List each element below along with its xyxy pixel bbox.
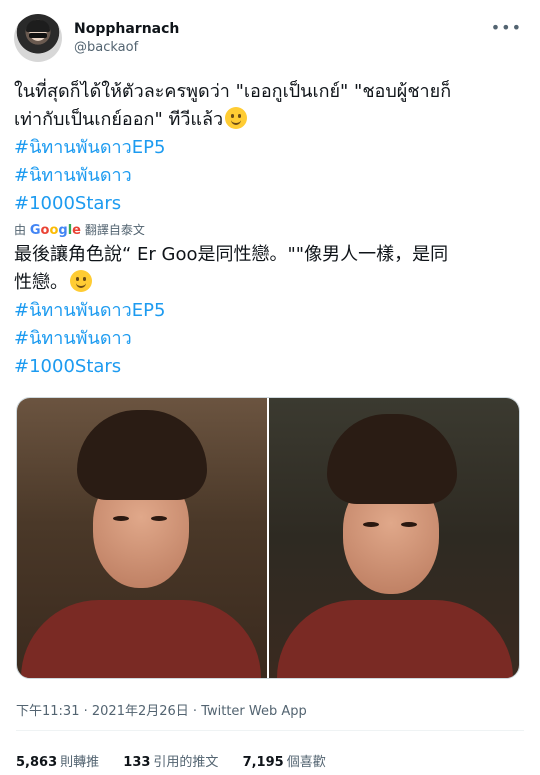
tweet-card: Noppharnach @backaof ••• ในที่สุดก็ได้ให… — [0, 0, 540, 775]
tweet-header: Noppharnach @backaof ••• — [14, 14, 526, 66]
photo-figure-shirt — [277, 600, 513, 678]
photo-figure-eye — [401, 522, 417, 527]
likes-label: 個喜歡 — [286, 755, 326, 770]
photo-figure-eye — [113, 516, 129, 521]
tweet-media-grid — [16, 397, 520, 679]
google-logo: Google — [29, 223, 81, 238]
author-name[interactable]: Noppharnach — [74, 21, 179, 37]
divider — [16, 730, 524, 731]
translated-text-line-1: 最後讓角色說“ Er Goo是同性戀。""像男人一樣，是同 — [14, 244, 449, 265]
quotes-stat[interactable]: 133 引用的推文 — [123, 755, 218, 770]
tweet-text-line-2-text: เท่ากับเป็นเกย์ออก" ทีวีแล้ว — [14, 109, 224, 130]
quotes-count: 133 — [123, 755, 151, 770]
likes-count: 7,195 — [242, 755, 284, 770]
tweet-text-line-1: ในที่สุดก็ได้ให้ตัวละครพูดว่า "เออกูเป็น… — [14, 81, 452, 102]
retweets-stat[interactable]: 5,863 則轉推 — [16, 755, 99, 770]
translated-hashtag-link[interactable]: #1000Stars — [14, 353, 526, 381]
photo-figure-shirt — [21, 600, 261, 678]
photo-figure-eye — [363, 522, 379, 527]
tweet-text-line-2: เท่ากับเป็นเกย์ออก" ทีวีแล้ว — [14, 106, 526, 134]
slightly-smiling-face-icon — [225, 107, 248, 129]
translated-hashtag-link[interactable]: #นิทานพันดาวEP5 — [14, 297, 526, 325]
likes-stat[interactable]: 7,195 個喜歡 — [243, 755, 326, 770]
translate-source-language: 泰文 — [120, 223, 145, 237]
tweet-date[interactable]: 2021年2月26日 — [92, 704, 189, 719]
more-horizontal-icon[interactable]: ••• — [491, 18, 522, 37]
avatar-sunglasses — [29, 33, 47, 38]
meta-separator: · — [83, 704, 92, 719]
tweet-metadata: 下午11:31 · 2021年2月26日 · Twitter Web App — [16, 700, 307, 719]
meta-separator: · — [192, 704, 202, 719]
hashtag-link[interactable]: #นิทานพันดาว — [14, 162, 526, 190]
google-translate-attribution[interactable]: 由 Google 翻譯自泰文 — [14, 222, 526, 239]
translated-hashtag-link[interactable]: #นิทานพันดาว — [14, 325, 526, 353]
photo-figure-eye — [151, 516, 167, 521]
translate-prefix: 由 — [14, 223, 27, 237]
translated-text-line-2-text: 性戀。 — [14, 272, 68, 293]
avatar-cap — [26, 20, 50, 32]
tweet-photo[interactable] — [17, 398, 267, 678]
hashtag-link[interactable]: #1000Stars — [14, 190, 526, 218]
photo-figure-hair — [327, 414, 457, 504]
avatar[interactable] — [14, 14, 62, 62]
photo-figure-hair — [77, 410, 207, 500]
tweet-stats: 5,863 則轉推 133 引用的推文 7,195 個喜歡 — [16, 751, 346, 770]
tweet-source[interactable]: Twitter Web App — [201, 704, 307, 719]
tweet-body: ในที่สุดก็ได้ให้ตัวละครพูดว่า "เออกูเป็น… — [14, 78, 526, 381]
retweets-count: 5,863 — [16, 755, 58, 770]
retweets-label: 則轉推 — [60, 755, 100, 770]
quotes-label: 引用的推文 — [153, 755, 219, 770]
slightly-smiling-face-icon — [70, 270, 92, 292]
translated-text-line-2: 性戀。 — [14, 269, 526, 297]
tweet-photo[interactable] — [269, 398, 519, 678]
translate-action: 翻譯自 — [84, 223, 121, 237]
hashtag-link[interactable]: #นิทานพันดาวEP5 — [14, 134, 526, 162]
author-handle[interactable]: @backaof — [74, 40, 138, 55]
tweet-time[interactable]: 下午11:31 — [16, 704, 79, 719]
